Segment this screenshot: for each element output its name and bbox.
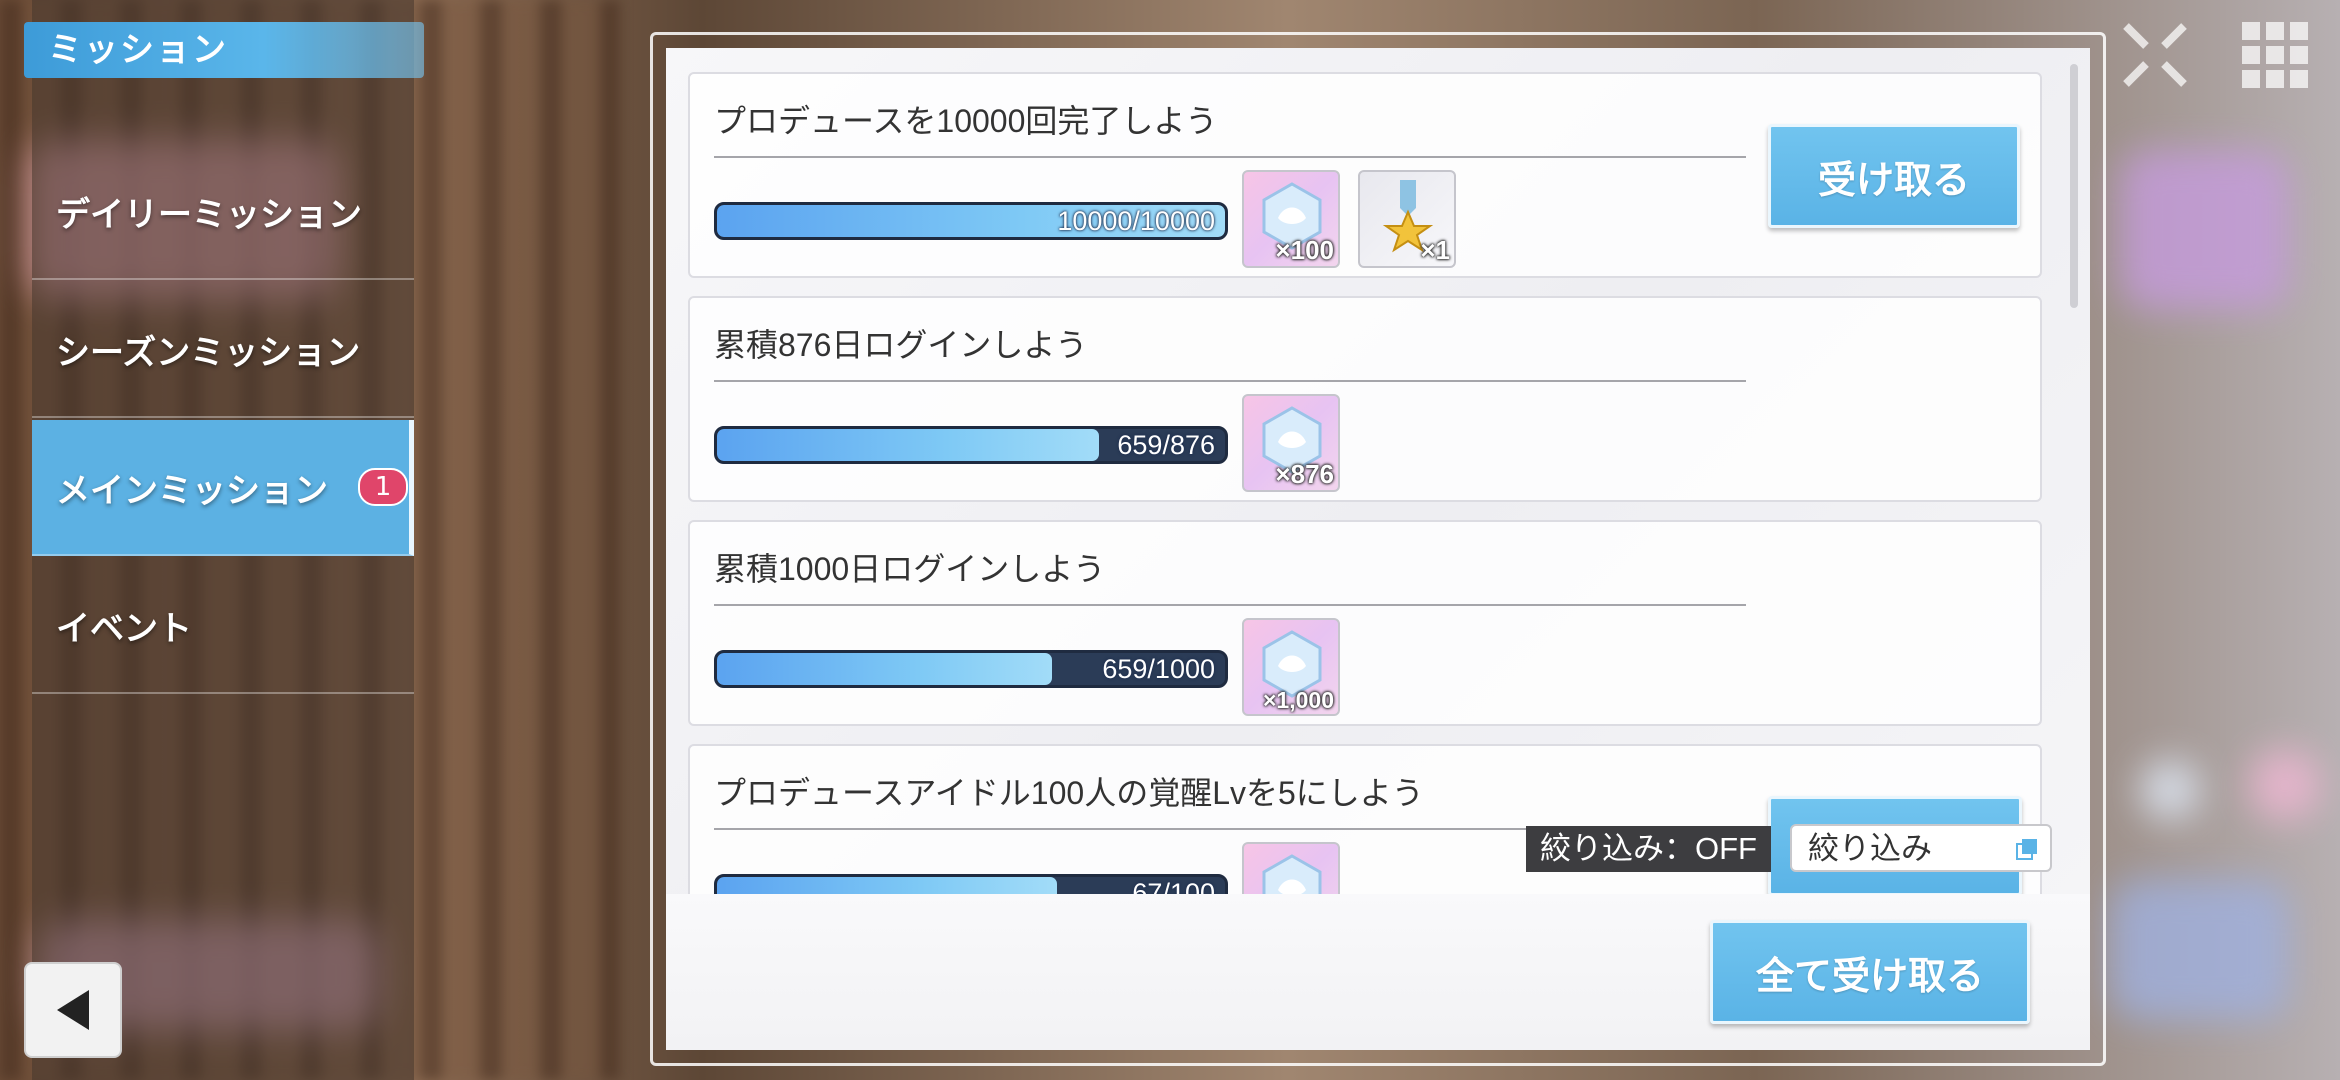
reward-count: ×100 (1275, 235, 1334, 265)
sidebar-item-daily[interactable]: デイリーミッション (32, 144, 414, 280)
reward-item[interactable]: ×100 (1242, 170, 1340, 268)
reward-item[interactable]: ×1 (1358, 170, 1456, 268)
divider (714, 380, 1746, 382)
mission-title: 累積1000日ログインしよう (714, 551, 1106, 587)
progress-bar: 10000/10000 (714, 202, 1228, 240)
progress-text: 659/876 (1117, 430, 1215, 460)
open-window-icon (2016, 839, 2037, 860)
divider (714, 604, 1746, 606)
progress-bar: 659/1000 (714, 650, 1228, 688)
reward-item[interactable]: ×1,000 (1242, 618, 1340, 716)
background-decor (2120, 150, 2290, 310)
back-button[interactable] (24, 962, 122, 1058)
mission-card: 累積1000日ログインしよう 659/1000 ×1,000 (688, 520, 2042, 726)
sidebar-item-event[interactable]: イベント (32, 558, 414, 694)
mission-title: プロデュースアイドル100人の覚醒Lvを5にしよう (714, 775, 1424, 811)
sidebar-item-main[interactable]: メインミッション 1 (32, 420, 414, 556)
reward-count: ×876 (1275, 459, 1334, 489)
reward-count: ×1,000 (1263, 687, 1334, 713)
progress-fill (717, 429, 1100, 461)
progress-text: 659/1000 (1102, 654, 1215, 684)
progress-text: 10000/10000 (1057, 206, 1215, 236)
mission-title: プロデュースを10000回完了しよう (714, 103, 1218, 139)
reward-item[interactable]: ×876 (1242, 394, 1340, 492)
notification-badge: 1 (358, 468, 408, 506)
progress-fill (717, 653, 1052, 685)
mission-card: 累積876日ログインしよう 659/876 ×876 (688, 296, 2042, 502)
mission-title: 累積876日ログインしよう (714, 327, 1088, 363)
background-decor (2140, 760, 2200, 820)
sidebar-item-season[interactable]: シーズンミッション (32, 282, 414, 418)
sidebar-item-label: メインミッション (56, 470, 328, 511)
background-decor (2250, 750, 2320, 820)
menu-grid-icon[interactable] (2240, 20, 2310, 90)
sidebar-item-label: シーズンミッション (56, 332, 361, 373)
reward-count: ×1 (1420, 235, 1450, 265)
fullscreen-icon[interactable] (2120, 20, 2190, 90)
receive-all-button[interactable]: 全て受け取る (1710, 920, 2030, 1024)
filter-status-label: 絞り込み：OFF (1526, 826, 1771, 872)
scrollbar[interactable] (2070, 64, 2078, 308)
progress-bar: 659/876 (714, 426, 1228, 464)
page-title: ミッション (24, 22, 424, 78)
divider (714, 156, 1746, 158)
sidebar-item-label: イベント (56, 608, 192, 649)
sidebar-item-label: デイリーミッション (56, 194, 362, 235)
filter-button-label: 絞り込み (1808, 831, 1932, 866)
back-arrow-icon (57, 990, 89, 1030)
filter-button[interactable]: 絞り込み (1790, 824, 2052, 872)
receive-button[interactable]: 受け取る (1768, 124, 2020, 228)
background-decor (2110, 880, 2290, 1020)
